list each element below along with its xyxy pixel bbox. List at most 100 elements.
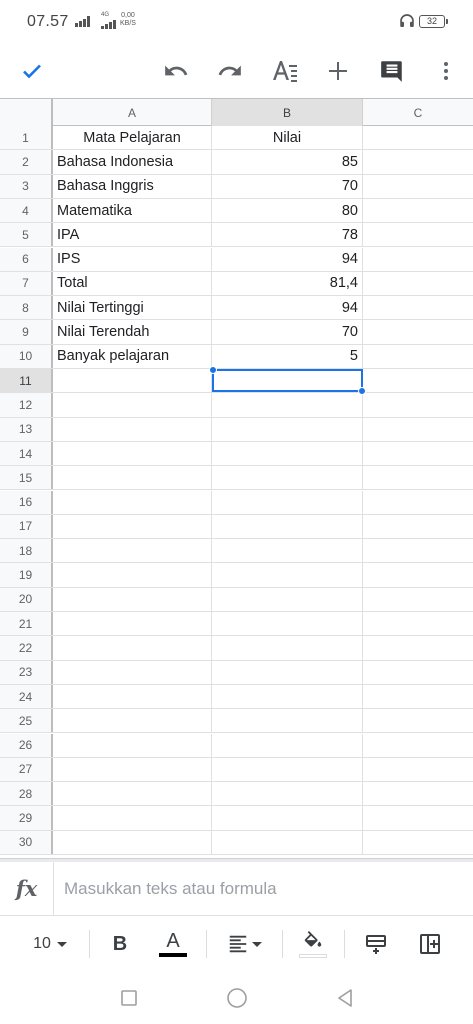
cell-c4[interactable] (363, 199, 473, 222)
row-header[interactable]: 19 (0, 563, 53, 587)
row-header[interactable]: 11 (0, 369, 53, 393)
cell-a27[interactable] (53, 757, 212, 782)
cell-a22[interactable] (53, 636, 212, 660)
font-size-dropdown[interactable]: 10 (26, 924, 74, 964)
cell-b13[interactable] (212, 417, 363, 441)
cell-b19[interactable] (212, 563, 363, 587)
recents-icon[interactable] (117, 986, 141, 1010)
cell-a7[interactable]: Total (53, 271, 212, 296)
undo-icon[interactable] (158, 53, 194, 89)
cell-c20[interactable] (363, 588, 473, 611)
cell-c5[interactable] (363, 223, 473, 246)
column-header-b[interactable]: B (212, 99, 363, 126)
cell-c25[interactable] (363, 709, 473, 732)
cell-b28[interactable] (212, 782, 363, 806)
back-icon[interactable] (333, 986, 357, 1010)
row-header[interactable]: 2 (0, 150, 53, 174)
formula-input[interactable] (64, 877, 454, 901)
select-all-corner[interactable] (0, 99, 53, 126)
redo-icon[interactable] (212, 53, 248, 89)
cell-b6[interactable]: 94 (212, 247, 363, 271)
cell-b25[interactable] (212, 709, 363, 733)
row-header[interactable]: 29 (0, 806, 53, 830)
cell-b27[interactable] (212, 757, 363, 782)
row-header[interactable]: 7 (0, 271, 53, 296)
cell-c17[interactable] (363, 515, 473, 538)
cell-a25[interactable] (53, 709, 212, 733)
cell-c23[interactable] (363, 661, 473, 684)
cell-b8[interactable]: 94 (212, 296, 363, 320)
row-header[interactable]: 5 (0, 223, 53, 247)
cell-c7[interactable] (363, 272, 473, 295)
cell-c24[interactable] (363, 685, 473, 708)
cell-c9[interactable] (363, 320, 473, 343)
cell-c18[interactable] (363, 539, 473, 562)
cell-b2[interactable]: 85 (212, 150, 363, 174)
text-format-icon[interactable] (267, 53, 303, 89)
cell-b26[interactable] (212, 733, 363, 757)
cell-a30[interactable] (53, 830, 212, 854)
cell-a21[interactable] (53, 612, 212, 636)
cell-c26[interactable] (363, 734, 473, 757)
cell-a20[interactable] (53, 587, 212, 611)
cell-a5[interactable]: IPA (53, 223, 212, 247)
cell-b7[interactable]: 81,4 (212, 271, 363, 296)
cell-c15[interactable] (363, 466, 473, 489)
cell-c14[interactable] (363, 442, 473, 465)
cell-a16[interactable] (53, 490, 212, 514)
row-header[interactable]: 9 (0, 320, 53, 344)
text-color-icon[interactable]: A (156, 924, 190, 964)
row-header[interactable]: 13 (0, 417, 53, 441)
row-header[interactable]: 4 (0, 198, 53, 223)
row-header[interactable]: 12 (0, 393, 53, 417)
cell-b14[interactable] (212, 441, 363, 466)
row-header[interactable]: 17 (0, 514, 53, 539)
row-header[interactable]: 8 (0, 296, 53, 320)
cell-a29[interactable] (53, 806, 212, 830)
row-header[interactable]: 15 (0, 466, 53, 490)
cell-b18[interactable] (212, 539, 363, 563)
cell-a18[interactable] (53, 539, 212, 563)
cell-a9[interactable]: Nilai Terendah (53, 320, 212, 344)
row-header[interactable]: 26 (0, 733, 53, 757)
cell-c21[interactable] (363, 612, 473, 635)
insert-row-icon[interactable] (360, 924, 392, 964)
cell-c12[interactable] (363, 393, 473, 416)
row-header[interactable]: 14 (0, 441, 53, 466)
cell-a4[interactable]: Matematika (53, 198, 212, 223)
cell-a1[interactable]: Mata Pelajaran (53, 126, 212, 150)
cell-a12[interactable] (53, 393, 212, 417)
comment-icon[interactable] (374, 53, 410, 89)
cell-b24[interactable] (212, 684, 363, 709)
cell-a3[interactable]: Bahasa Inggris (53, 174, 212, 198)
cell-c19[interactable] (363, 563, 473, 586)
row-header[interactable]: 10 (0, 344, 53, 368)
cell-c22[interactable] (363, 636, 473, 659)
cell-c6[interactable] (363, 248, 473, 271)
cell-b29[interactable] (212, 806, 363, 830)
check-icon[interactable] (14, 53, 50, 89)
column-header-a[interactable]: A (53, 99, 212, 126)
row-header[interactable]: 16 (0, 490, 53, 514)
cell-b30[interactable] (212, 830, 363, 854)
cell-c1[interactable] (363, 126, 473, 149)
row-header[interactable]: 1 (0, 126, 53, 150)
insert-column-icon[interactable] (414, 924, 446, 964)
more-vert-icon[interactable] (428, 53, 464, 89)
cell-c2[interactable] (363, 150, 473, 173)
cell-b17[interactable] (212, 514, 363, 539)
bold-icon[interactable]: B (104, 924, 136, 964)
cell-a23[interactable] (53, 660, 212, 684)
cell-a6[interactable]: IPS (53, 247, 212, 271)
cell-a19[interactable] (53, 563, 212, 587)
cell-a2[interactable]: Bahasa Indonesia (53, 150, 212, 174)
cell-c29[interactable] (363, 806, 473, 829)
cell-b20[interactable] (212, 587, 363, 611)
row-header[interactable]: 30 (0, 830, 53, 854)
row-header[interactable]: 6 (0, 247, 53, 271)
cell-b23[interactable] (212, 660, 363, 684)
cell-b5[interactable]: 78 (212, 223, 363, 247)
cell-b1[interactable]: Nilai (212, 126, 363, 150)
row-header[interactable]: 20 (0, 587, 53, 611)
row-header[interactable]: 23 (0, 660, 53, 684)
